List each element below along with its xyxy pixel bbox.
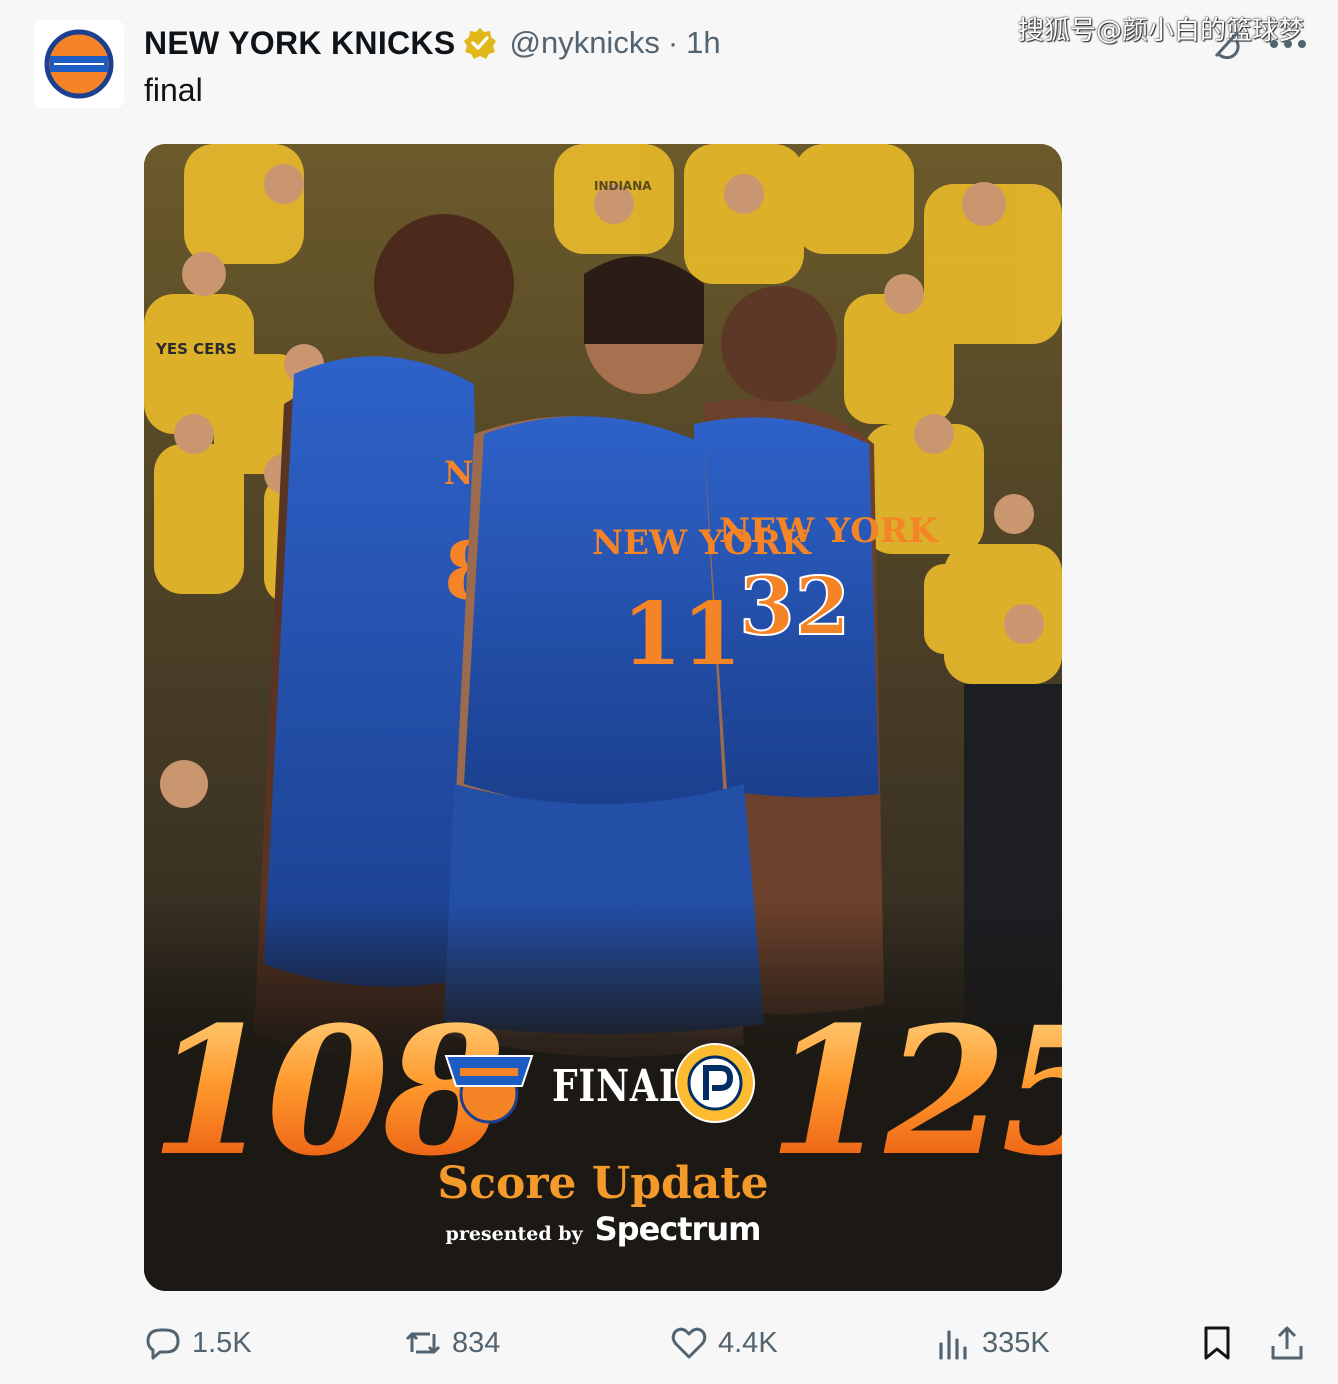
heart-icon (671, 1327, 707, 1359)
reply-count: 1.5K (192, 1326, 252, 1359)
handle[interactable]: @nyknicks (509, 25, 659, 61)
grok-icon[interactable] (1208, 26, 1244, 62)
watermark: 搜狐号@颜小白的篮球梦 (1018, 16, 1305, 46)
more-icon[interactable] (1268, 38, 1308, 50)
retweet-icon (405, 1332, 441, 1354)
sponsor-line: presented by Spectrum (144, 1210, 1062, 1248)
jersey-number-center: 11 (622, 584, 742, 685)
pacers-team-logo-icon (675, 1043, 755, 1123)
bookmark-icon (1204, 1326, 1230, 1360)
spectrum-logo: Spectrum (594, 1210, 762, 1248)
retweet-button[interactable]: 834 (404, 1318, 500, 1368)
fan-sign-text: YES CERS (155, 340, 237, 358)
final-label: FINAL (552, 1061, 685, 1112)
share-button[interactable] (1268, 1318, 1306, 1368)
like-button[interactable]: 4.4K (670, 1318, 778, 1368)
reply-button[interactable]: 1.5K (144, 1318, 252, 1368)
knicks-logo-icon (44, 29, 114, 99)
like-count: 4.4K (718, 1326, 778, 1359)
avatar[interactable] (34, 20, 124, 108)
score-update-title: Score Update (437, 1158, 769, 1209)
tweet-text: final (144, 72, 203, 108)
retweet-count: 834 (452, 1326, 501, 1359)
away-score: 125 (768, 1004, 1062, 1180)
views-chart-icon (939, 1330, 967, 1360)
verified-badge-icon (464, 28, 497, 59)
knicks-team-logo-icon (444, 1055, 534, 1124)
bookmark-button[interactable] (1198, 1318, 1236, 1368)
reply-icon (146, 1328, 180, 1360)
share-icon (1271, 1326, 1303, 1360)
views-button[interactable]: 335K (934, 1318, 1050, 1368)
tweet-actions: 1.5K 834 4.4K 335K (0, 1318, 1338, 1368)
views-count: 335K (982, 1326, 1050, 1359)
tweet-media-image[interactable]: INDIANA YES CERS NEW YORK 8 NEW YORK 32 … (144, 144, 1062, 1291)
separator-dot: · (667, 25, 679, 60)
presented-by-label: presented by (445, 1223, 583, 1245)
display-name[interactable]: NEW YORK KNICKS (144, 25, 455, 62)
jersey-number-right: 32 (739, 559, 850, 653)
timestamp[interactable]: 1h (686, 25, 720, 61)
tweet-header: NEW YORK KNICKS @nyknicks · 1h (144, 22, 721, 64)
fan-shirt-text: INDIANA (594, 179, 652, 193)
jersey-text-center: NEW YORK (592, 523, 812, 563)
